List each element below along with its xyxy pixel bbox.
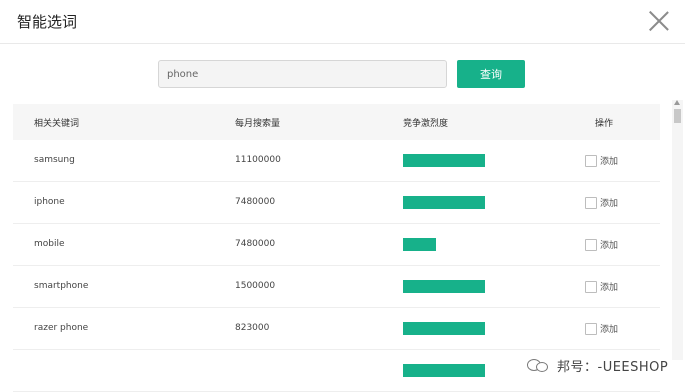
checkbox[interactable] bbox=[585, 322, 597, 335]
query-button[interactable]: 查询 bbox=[457, 60, 525, 88]
table-row: samsung 11100000 添加 bbox=[13, 140, 660, 182]
wechat-icon bbox=[527, 357, 549, 373]
checkbox[interactable] bbox=[585, 196, 597, 209]
volume-cell: 7480000 bbox=[235, 197, 276, 207]
table-row: smartphone 1500000 添加 bbox=[13, 266, 660, 308]
add-keyword-checkbox[interactable]: 添加 bbox=[585, 280, 618, 293]
competition-bar bbox=[403, 154, 485, 167]
keyword-cell: mobile bbox=[34, 239, 65, 249]
close-icon[interactable] bbox=[648, 10, 670, 32]
volume-cell: 7480000 bbox=[235, 239, 276, 249]
scroll-up-icon[interactable] bbox=[674, 100, 680, 105]
competition-bar bbox=[403, 280, 485, 293]
add-label: 添加 bbox=[600, 241, 619, 251]
volume-cell: 1500000 bbox=[235, 281, 276, 291]
table-header: 相关关键词 每月搜索量 竞争激烈度 操作 bbox=[13, 104, 660, 140]
volume-cell: 823000 bbox=[235, 323, 270, 333]
dialog-title: 智能选词 bbox=[17, 13, 78, 31]
header-keyword: 相关关键词 bbox=[34, 119, 80, 129]
header-competition: 竞争激烈度 bbox=[403, 119, 449, 129]
add-keyword-checkbox[interactable]: 添加 bbox=[585, 154, 618, 167]
scroll-thumb[interactable] bbox=[674, 109, 681, 123]
keyword-cell: iphone bbox=[34, 197, 65, 207]
scrollbar[interactable] bbox=[672, 100, 683, 360]
watermark: 邦号：-UEESHOP bbox=[527, 354, 668, 376]
add-label: 添加 bbox=[600, 283, 619, 293]
competition-bar bbox=[403, 196, 485, 209]
header-action: 操作 bbox=[595, 119, 614, 129]
dialog-header: 智能选词 bbox=[0, 0, 685, 44]
add-keyword-checkbox[interactable]: 添加 bbox=[585, 238, 618, 251]
competition-bar bbox=[403, 322, 485, 335]
volume-cell: 11100000 bbox=[235, 155, 281, 165]
keyword-cell: smartphone bbox=[34, 281, 89, 291]
competition-bar bbox=[403, 238, 436, 251]
checkbox[interactable] bbox=[585, 238, 597, 251]
keyword-cell: razer phone bbox=[34, 323, 89, 333]
table-row: iphone 7480000 添加 bbox=[13, 182, 660, 224]
table-row: razer phone 823000 添加 bbox=[13, 308, 660, 350]
add-label: 添加 bbox=[600, 199, 619, 209]
add-keyword-checkbox[interactable]: 添加 bbox=[585, 322, 618, 335]
search-input[interactable] bbox=[158, 60, 447, 88]
competition-bar bbox=[403, 364, 485, 377]
checkbox[interactable] bbox=[585, 154, 597, 167]
add-keyword-checkbox[interactable]: 添加 bbox=[585, 196, 618, 209]
watermark-text: 邦号：-UEESHOP bbox=[557, 359, 669, 375]
add-label: 添加 bbox=[600, 325, 619, 335]
header-monthly-volume: 每月搜索量 bbox=[235, 119, 281, 129]
add-label: 添加 bbox=[600, 157, 619, 167]
checkbox[interactable] bbox=[585, 280, 597, 293]
table-row: mobile 7480000 添加 bbox=[13, 224, 660, 266]
keyword-cell: samsung bbox=[34, 155, 75, 165]
keyword-selector-dialog: 智能选词 查询 相关关键词 每月搜索量 竞争激烈度 操作 samsung 1110… bbox=[0, 0, 685, 392]
